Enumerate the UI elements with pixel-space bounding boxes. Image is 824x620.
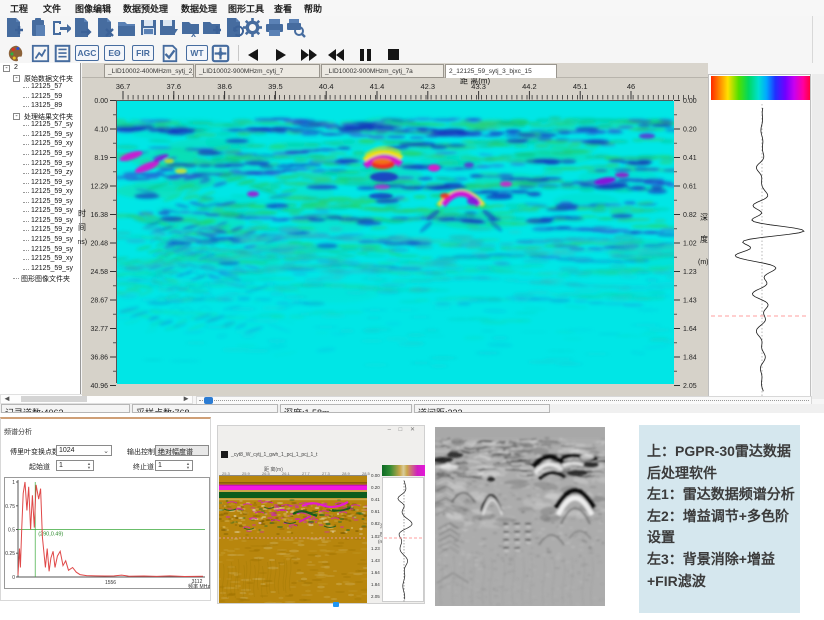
svg-text:12.29: 12.29 <box>90 184 108 191</box>
svg-text:0.25: 0.25 <box>5 551 15 557</box>
svg-text:4.10: 4.10 <box>94 127 108 134</box>
svg-text:32.77: 32.77 <box>90 326 108 333</box>
svg-text:8.19: 8.19 <box>94 155 108 162</box>
svg-text:2.05: 2.05 <box>683 383 697 390</box>
svg-text:度: 度 <box>700 234 708 244</box>
svg-text:频率 MHz: 频率 MHz <box>188 583 210 590</box>
svg-text:0.75: 0.75 <box>5 504 15 510</box>
svg-text:45.1: 45.1 <box>573 82 588 91</box>
svg-text:20.48: 20.48 <box>90 241 108 248</box>
svg-text:1.02: 1.02 <box>683 241 697 248</box>
svg-text:0: 0 <box>12 575 15 581</box>
svg-text:1.43: 1.43 <box>683 298 697 305</box>
svg-text:46: 46 <box>627 82 635 91</box>
svg-text:1.64: 1.64 <box>683 326 697 333</box>
svg-text:0.41: 0.41 <box>683 155 697 162</box>
svg-text:1556: 1556 <box>105 580 116 586</box>
svg-text:39.5: 39.5 <box>268 82 283 91</box>
svg-text:42.3: 42.3 <box>420 82 435 91</box>
svg-text:40.4: 40.4 <box>319 82 334 91</box>
svg-text:x: x <box>191 29 196 38</box>
svg-text:0.00: 0.00 <box>94 98 108 105</box>
svg-text:(m): (m) <box>698 259 709 266</box>
svg-text:0.61: 0.61 <box>683 184 697 191</box>
svg-text:36.7: 36.7 <box>116 82 131 91</box>
svg-text:41.4: 41.4 <box>370 82 385 91</box>
svg-text:0.82: 0.82 <box>683 212 697 219</box>
svg-text:0.20: 0.20 <box>683 127 697 134</box>
svg-text:36.86: 36.86 <box>90 355 108 362</box>
svg-text:40.96: 40.96 <box>90 383 108 390</box>
svg-text:16.38: 16.38 <box>90 212 108 219</box>
svg-text:0.5: 0.5 <box>8 528 15 534</box>
svg-text:时: 时 <box>78 208 86 218</box>
svg-text:44.2: 44.2 <box>522 82 537 91</box>
svg-text:37.6: 37.6 <box>166 82 181 91</box>
svg-text:1.84: 1.84 <box>683 355 697 362</box>
svg-text:24.58: 24.58 <box>90 269 108 276</box>
svg-text:距 离(m): 距 离(m) <box>460 78 491 86</box>
svg-text:1: 1 <box>12 480 15 486</box>
svg-text:间: 间 <box>78 223 86 232</box>
svg-text:0.00: 0.00 <box>683 98 697 105</box>
svg-text:1.23: 1.23 <box>683 269 697 276</box>
svg-text:深: 深 <box>700 213 708 222</box>
svg-text:28.67: 28.67 <box>90 298 108 305</box>
svg-text:(ns): (ns) <box>78 239 87 246</box>
svg-text:38.6: 38.6 <box>217 82 232 91</box>
